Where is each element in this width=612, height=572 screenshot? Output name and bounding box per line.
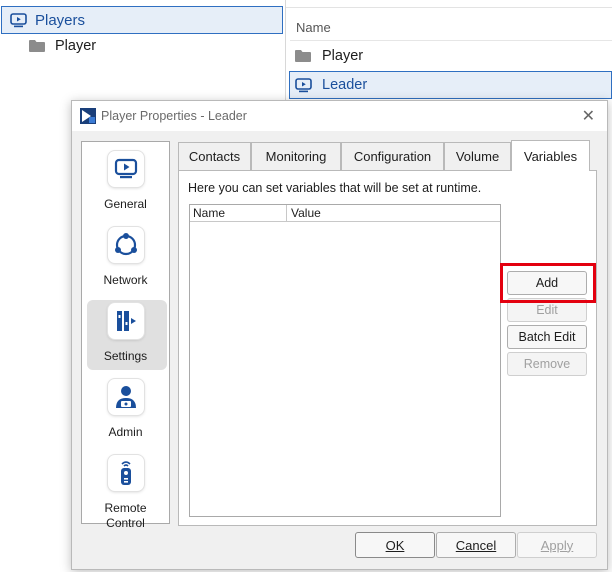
cancel-label: Cancel [455,537,497,553]
nav-label: Admin [108,425,143,439]
nav-label: General [104,197,147,211]
variables-table[interactable]: Name Value [189,204,501,517]
monitor-play-icon [107,151,144,187]
close-icon[interactable]: ✕ [582,106,595,126]
tab-label: Monitoring [265,149,327,164]
nav-item-general[interactable]: General [82,151,169,212]
folder-icon [295,50,311,62]
tab-label: Volume [455,149,500,164]
tab-variables[interactable]: Variables [511,140,590,171]
dialog-title: Player Properties - Leader [101,109,247,123]
batch-edit-button[interactable]: Batch Edit [507,325,587,349]
nav-item-settings[interactable]: Settings [82,303,169,364]
tab-label: Configuration [353,149,432,164]
list-item-label: Player [322,48,364,64]
dialog-titlebar[interactable]: Player Properties - Leader ✕ [72,101,607,131]
apply-button[interactable]: Apply [517,532,597,558]
add-button[interactable]: Add [507,271,587,295]
nav-item-network[interactable]: Network [82,227,169,288]
remove-button[interactable]: Remove [507,352,587,376]
folder-icon [29,40,45,52]
screen: Players Player Name Player Leader Player… [0,0,612,572]
tab-label: Variables [523,148,578,164]
tab-label: Contacts [188,149,241,164]
settings-columns-icon [107,303,144,339]
column-header-name[interactable]: Name [193,206,225,220]
edit-button[interactable]: Edit [507,298,587,322]
cancel-button[interactable]: Cancel [436,532,516,558]
remote-control-icon [107,455,144,491]
nav-label: Network [103,273,148,287]
tree-item-label: Player [55,38,97,54]
admin-user-icon [107,379,144,415]
column-header-value[interactable]: Value [291,206,321,220]
list-item-player[interactable]: Player [289,42,612,70]
tree-item-players[interactable]: Players [1,6,283,34]
list-item-label: Leader [322,77,368,93]
list-item-leader[interactable]: Leader [289,71,612,99]
tab-configuration[interactable]: Configuration [341,142,444,170]
column-separator[interactable] [286,205,287,222]
tab-monitoring[interactable]: Monitoring [251,142,341,170]
variables-hint: Here you can set variables that will be … [188,181,482,195]
settings-navigation: General Network Settings Admin Remote Co… [81,141,170,530]
list-pane-top-border [286,0,612,8]
tab-volume[interactable]: Volume [444,142,511,170]
pane-divider[interactable] [285,0,286,100]
network-nodes-icon [107,227,144,263]
nav-item-remote-control[interactable]: Remote Control [82,455,169,531]
nav-label: Remote Control [104,501,147,530]
table-header: Name Value [190,205,500,222]
ok-label: OK [385,537,405,553]
column-header-name[interactable]: Name [296,20,331,35]
monitor-play-icon [295,77,312,92]
nav-label: Settings [103,349,148,363]
variables-panel: Here you can set variables that will be … [178,170,597,526]
tree-item-player[interactable]: Player [28,38,96,54]
header-separator [290,40,612,41]
tab-container: Contacts Monitoring Configuration Volume… [178,140,598,526]
apply-label: Apply [540,537,574,553]
ok-button[interactable]: OK [355,532,435,558]
app-logo-icon [80,108,96,124]
nav-item-admin[interactable]: Admin [82,379,169,440]
tab-contacts[interactable]: Contacts [178,142,251,170]
monitor-play-icon [10,12,27,27]
player-properties-dialog: Player Properties - Leader ✕ General Net… [71,100,608,570]
tree-item-label: Players [35,11,86,29]
